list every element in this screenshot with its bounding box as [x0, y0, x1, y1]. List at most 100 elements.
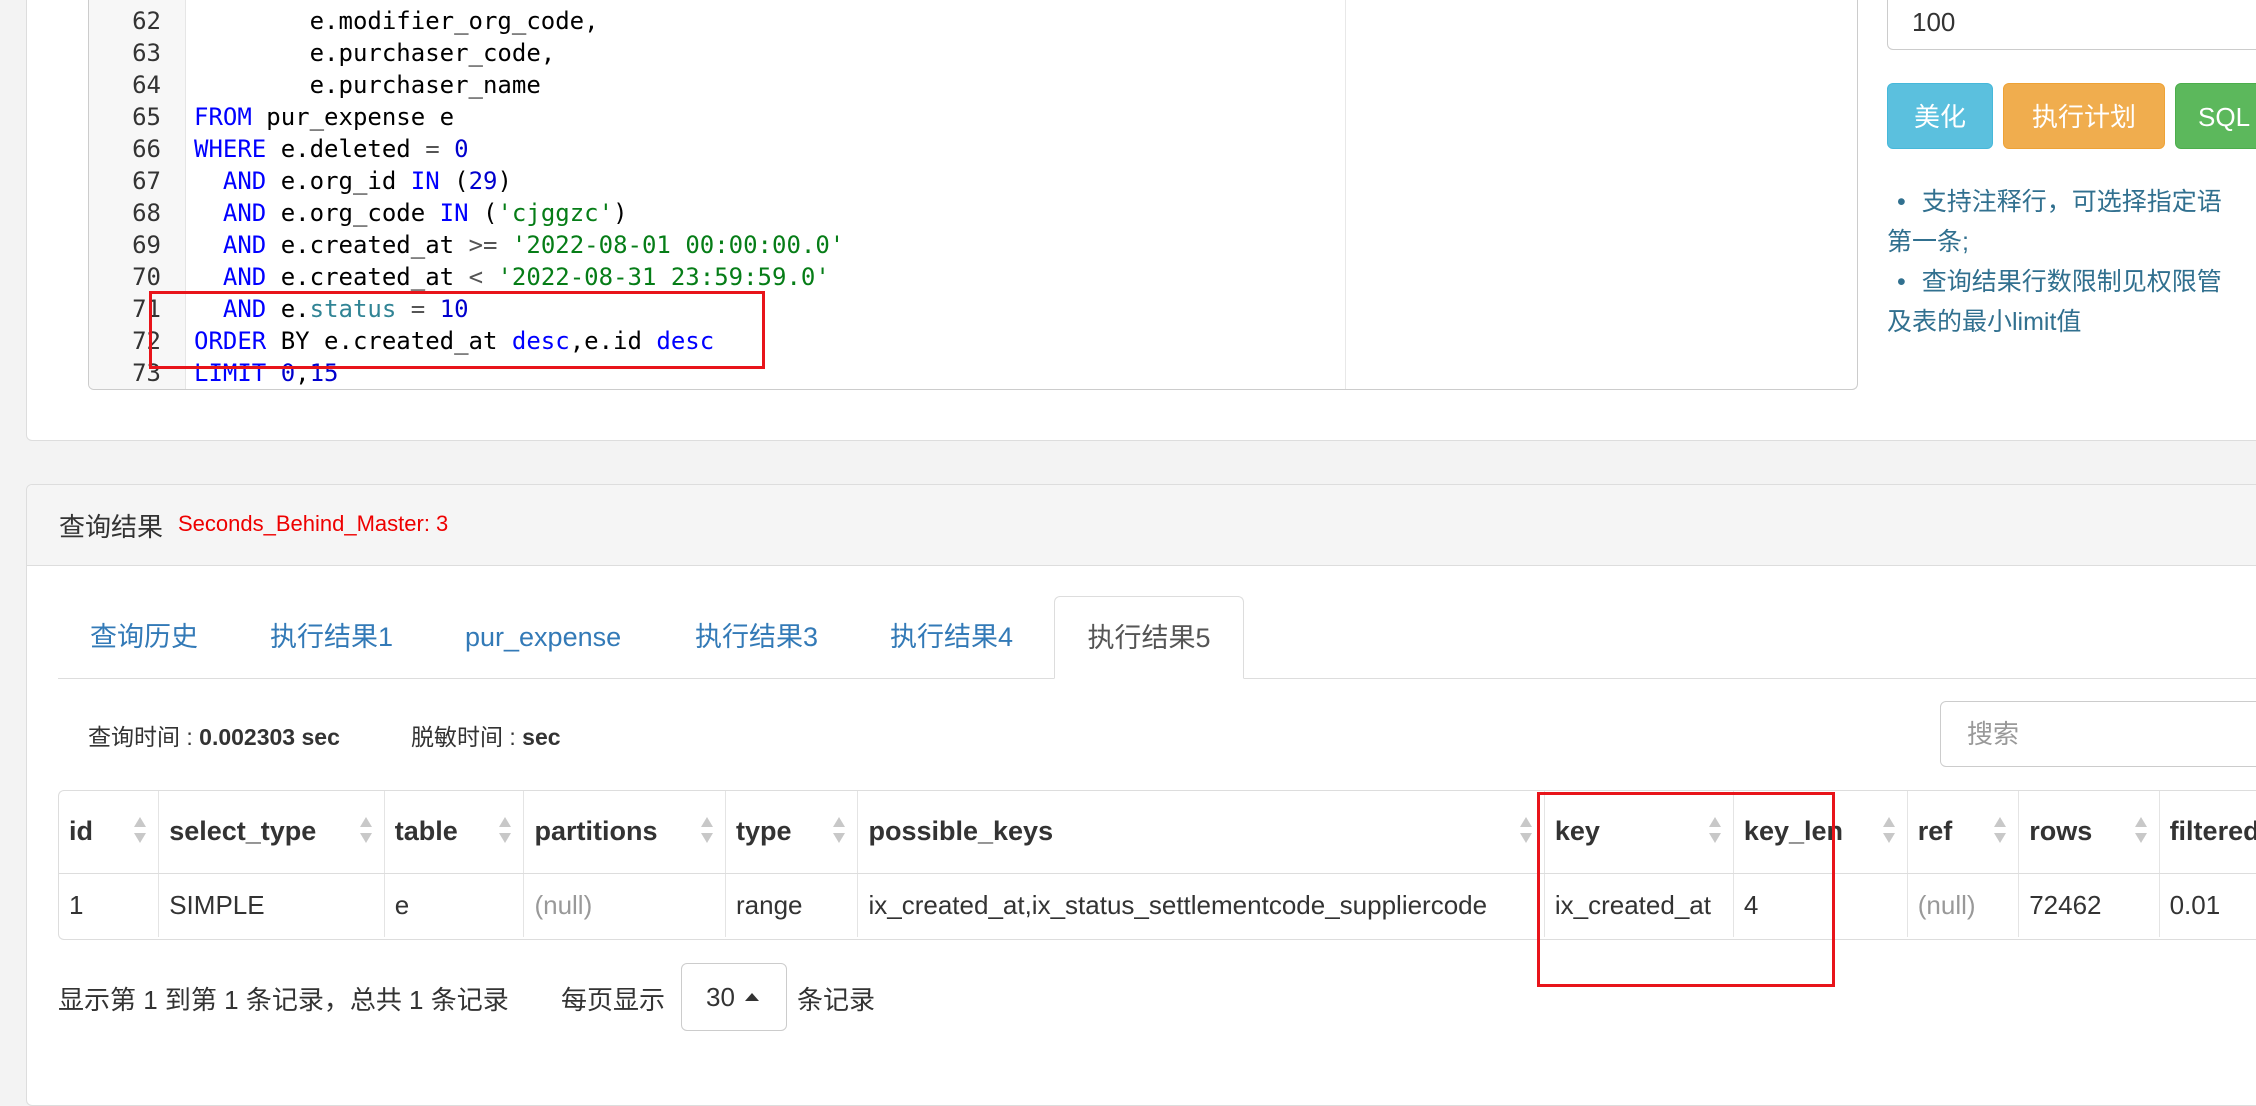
code-token: e.created_at	[266, 231, 469, 259]
sql-editor[interactable]: 62 e.modifier_org_code, 63 e.purchaser_co…	[88, 0, 1858, 390]
code-text: ORDER BY e.created_at desc,e.id desc	[194, 325, 714, 357]
line-number: 72	[132, 327, 161, 355]
tab-result-5[interactable]: 执行结果5	[1054, 596, 1244, 679]
sort-icon[interactable]	[499, 817, 512, 845]
line-number: 68	[132, 199, 161, 227]
code-text: e.purchaser_code,	[194, 37, 556, 69]
line-number: 69	[132, 231, 161, 259]
code-token: BY e.created_at	[266, 327, 512, 355]
bullet-icon: •	[1897, 188, 1906, 216]
code-token: e.purchaser_code,	[194, 39, 556, 67]
cell-select-type: SIMPLE	[158, 873, 385, 937]
code-token: )	[497, 167, 512, 195]
code-token: (	[468, 199, 498, 227]
code-token: FROM	[194, 103, 252, 131]
page-size-select[interactable]: 30	[681, 963, 787, 1031]
col-key[interactable]: key	[1544, 791, 1734, 874]
sort-icon[interactable]	[134, 817, 147, 845]
col-rows[interactable]: rows	[2018, 791, 2160, 874]
sort-icon[interactable]	[1994, 817, 2007, 845]
code-token: IN	[439, 199, 469, 227]
col-table[interactable]: table	[384, 791, 525, 874]
code-token: AND	[222, 295, 267, 323]
code-token: e.modifier_org_code,	[194, 7, 599, 35]
sort-icon[interactable]	[359, 817, 372, 845]
code-text: FROM pur_expense e	[194, 101, 454, 133]
table-header-row: id select_type table partitions type pos…	[59, 791, 2256, 874]
col-ref[interactable]: ref	[1907, 791, 2020, 874]
code-token: '2022-08-31 23:59:59.0'	[497, 263, 830, 291]
code-text: AND e.status = 10	[194, 293, 469, 325]
tip-text: 支持注释行，可选择指定语	[1921, 188, 2222, 216]
tab-pur-expense[interactable]: pur_expense	[465, 596, 621, 678]
sort-icon[interactable]	[1882, 817, 1895, 845]
col-partitions[interactable]: partitions	[523, 791, 726, 874]
sql-button[interactable]: SQL	[2175, 83, 2256, 149]
col-type[interactable]: type	[725, 791, 859, 874]
col-key-len[interactable]: key_len	[1733, 791, 1908, 874]
table-row: 1 SIMPLE e (null) range ix_created_at,ix…	[59, 873, 2256, 937]
beautify-button[interactable]: 美化	[1887, 83, 1993, 149]
code-token: 29	[468, 167, 498, 195]
line-number: 66	[132, 135, 161, 163]
records-label: 条记录	[797, 985, 876, 1015]
tab-result-3[interactable]: 执行结果3	[695, 596, 818, 678]
code-token: =	[410, 295, 426, 323]
page-size-value: 30	[706, 982, 735, 1012]
code-token: WHERE	[194, 135, 267, 163]
code-text: e.purchaser_name	[194, 69, 541, 101]
code-token: e.created_at	[266, 263, 469, 291]
code-text: AND e.org_code IN ('cjggzc')	[194, 197, 628, 229]
caret-up-icon	[744, 993, 759, 1002]
code-text: AND e.created_at >= '2022-08-01 00:00:00…	[194, 229, 844, 261]
explain-button[interactable]: 执行计划	[2003, 83, 2165, 149]
col-label: ref	[1917, 816, 1953, 847]
col-filtered[interactable]: filtered	[2159, 791, 2256, 874]
code-token: e.org_code	[266, 199, 440, 227]
code-token: 'cjggzc'	[497, 199, 614, 227]
col-label: filtered	[2169, 816, 2256, 847]
limit-input[interactable]: 100	[1887, 0, 2256, 50]
sort-icon[interactable]	[700, 817, 713, 845]
bullet-icon: •	[1897, 268, 1906, 296]
tip-text: 查询结果行数限制见权限管	[1921, 268, 2222, 296]
tab-result-4[interactable]: 执行结果4	[890, 596, 1013, 678]
cell-table: e	[384, 873, 525, 937]
col-select-type[interactable]: select_type	[158, 791, 385, 874]
code-token: ORDER	[194, 327, 267, 355]
code-text: LIMIT 0,15	[194, 357, 339, 389]
search-input[interactable]: 搜索	[1940, 701, 2256, 767]
tip-item-cont: 及表的最小limit值	[1887, 308, 2082, 336]
query-time: 查询时间 : 0.002303 sec	[88, 718, 340, 752]
col-label: key	[1554, 816, 1600, 847]
mask-time-value: sec	[522, 724, 561, 750]
sort-icon[interactable]	[2134, 817, 2147, 845]
col-possible-keys[interactable]: possible_keys	[857, 791, 1545, 874]
code-text: WHERE e.deleted = 0	[194, 133, 469, 165]
sort-icon[interactable]	[1708, 817, 1721, 845]
line-number: 64	[132, 71, 161, 99]
line-number: 71	[132, 295, 161, 323]
tab-result-1[interactable]: 执行结果1	[270, 596, 393, 678]
code-token: pur_expense e	[251, 103, 455, 131]
sort-icon[interactable]	[1519, 817, 1532, 845]
col-label: partitions	[534, 816, 658, 847]
sort-icon[interactable]	[833, 817, 846, 845]
code-token: ,e.id	[569, 327, 657, 355]
pager-summary: 显示第 1 到第 1 条记录，总共 1 条记录	[58, 985, 509, 1015]
result-title: 查询结果	[59, 512, 164, 542]
col-id[interactable]: id	[59, 791, 160, 874]
code-token: e.deleted	[266, 135, 426, 163]
tab-query-history[interactable]: 查询历史	[90, 596, 198, 678]
tip-item: • 支持注释行，可选择指定语	[1887, 182, 2256, 222]
code-token: ,	[295, 359, 310, 387]
cell-filtered: 0.01	[2159, 873, 2256, 937]
print-margin	[1345, 0, 1346, 389]
